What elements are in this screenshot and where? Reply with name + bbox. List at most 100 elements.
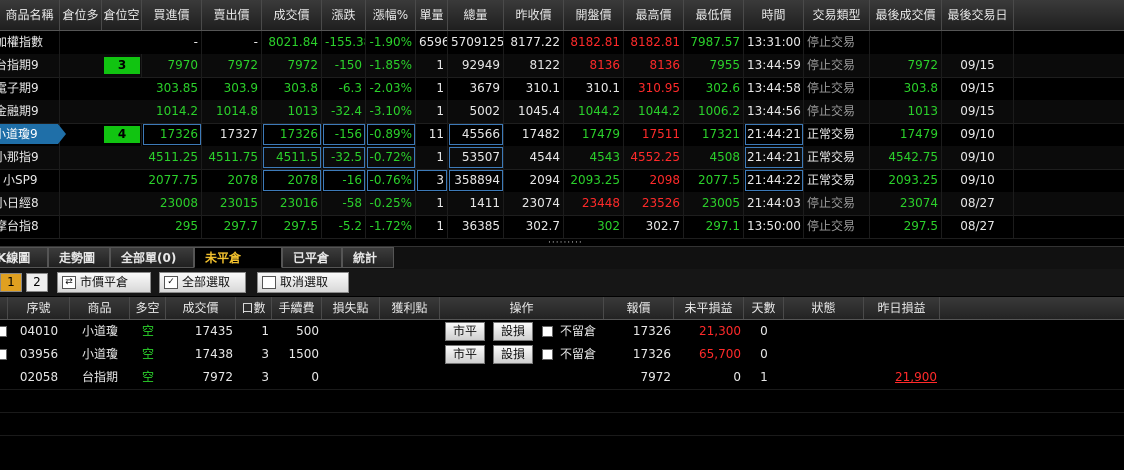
set-stoploss-button[interactable]: 設損 — [493, 322, 533, 341]
low: 297.1 — [684, 215, 744, 238]
col-ask[interactable]: 賣出價 — [202, 0, 262, 30]
quote-row-selected[interactable]: 小道瓊9 4 17326 17327 17326 -156 -0.89% 11 … — [0, 123, 1124, 147]
col-lastdate[interactable]: 最後交易日 — [942, 0, 1014, 30]
set-stoploss-button[interactable]: 設損 — [493, 345, 533, 364]
chg: -156 — [322, 123, 366, 146]
last: 303.8 — [262, 77, 322, 100]
tab-all-orders[interactable]: 全部單(0) — [110, 247, 194, 268]
prev: 310.1 — [504, 77, 564, 100]
positions-header: 序號 商品 多空 成交價 口數 手續費 損失點 獲利點 操作 報價 未平損益 天… — [0, 297, 1124, 320]
tab-stats[interactable]: 統計 — [342, 247, 394, 268]
page-1-button[interactable]: 1 — [0, 273, 22, 292]
ask: 7972 — [202, 54, 262, 77]
col-side[interactable]: 多空 — [130, 297, 166, 319]
prev: 2094 — [504, 169, 564, 192]
col-long[interactable]: 倉位多 — [60, 0, 102, 30]
name-cell[interactable]: 小道瓊9 — [0, 123, 66, 146]
col-stoploss[interactable]: 損失點 — [322, 297, 380, 319]
col-status[interactable]: 狀態 — [784, 297, 864, 319]
lastdeal: 297.5 — [870, 215, 942, 238]
tab-kline[interactable]: K線圖 — [0, 247, 48, 268]
col-prev[interactable]: 昨收價 — [504, 0, 564, 30]
col-pct[interactable]: 漲幅% — [366, 0, 416, 30]
position-row[interactable]: 04010 小道瓊 空 17435 1 500 市平 設損 不留倉 17326 … — [0, 320, 1124, 343]
type: 停止交易 — [804, 77, 870, 100]
no-overnight-checkbox[interactable] — [542, 326, 553, 337]
pct: -3.10% — [366, 100, 416, 123]
short-position-badge[interactable]: 4 — [104, 126, 140, 143]
low: 17321 — [684, 123, 744, 146]
quote-row[interactable]: 台指期9 3 7970 7972 7972 -150 -1.85% 1 9294… — [0, 54, 1124, 78]
page-2-button[interactable]: 2 — [26, 273, 48, 292]
row-checkbox[interactable] — [0, 349, 7, 360]
market-close-row-button[interactable]: 市平 — [445, 345, 485, 364]
row-checkbox-cell[interactable] — [0, 320, 8, 343]
quote-row[interactable]: 小SP9 2077.75 2078 2078 -16 -0.76% 3 3588… — [0, 169, 1124, 193]
quote-row[interactable]: 摩台指8 295 297.7 297.5 -5.2 -1.72% 1 36385… — [0, 215, 1124, 239]
last: 4511.5 — [262, 146, 322, 169]
tab-trend[interactable]: 走勢圖 — [48, 247, 110, 268]
type: 正常交易 — [804, 169, 870, 192]
total: 358894 — [448, 169, 504, 192]
col-short[interactable]: 倉位空 — [102, 0, 142, 30]
col-takeprofit[interactable]: 獲利點 — [380, 297, 440, 319]
col-product[interactable]: 商品 — [70, 297, 130, 319]
short-cell[interactable]: 4 — [102, 123, 142, 146]
position-row[interactable]: 02058 台指期 空 7972 3 0 7972 0 1 21,900 — [0, 366, 1124, 389]
select-all-button[interactable]: ✓ 全部選取 — [159, 272, 246, 293]
col-qty[interactable]: 口數 — [236, 297, 272, 319]
col-yesterday-pnl[interactable]: 昨日損益 — [864, 297, 940, 319]
quote-row[interactable]: 小日經8 23008 23015 23016 -58 -0.25% 1 1411… — [0, 192, 1124, 216]
tab-open-positions[interactable]: 未平倉(0,7) — [194, 247, 282, 286]
deselect-label: 取消選取 — [280, 275, 329, 289]
col-chg[interactable]: 漲跌 — [322, 0, 366, 30]
col-price[interactable]: 成交價 — [166, 297, 236, 319]
col-low[interactable]: 最低價 — [684, 0, 744, 30]
deselect-button[interactable]: 取消選取 — [257, 272, 349, 293]
position-row[interactable]: 03956 小道瓊 空 17438 3 1500 市平 設損 不留倉 17326… — [0, 343, 1124, 366]
col-lastdeal[interactable]: 最後成交價 — [870, 0, 942, 30]
quote-row[interactable]: 電子期9 303.85 303.9 303.8 -6.3 -2.03% 1 36… — [0, 77, 1124, 101]
col-seq[interactable]: 序號 — [8, 297, 70, 319]
col-operation[interactable]: 操作 — [440, 297, 604, 319]
quote-row[interactable]: 小那指9 4511.25 4511.75 4511.5 -32.5 -0.72%… — [0, 146, 1124, 170]
short-position-badge[interactable]: 3 — [104, 57, 140, 74]
col-high[interactable]: 最高價 — [624, 0, 684, 30]
total: 36385 — [448, 215, 504, 238]
bid: 303.85 — [142, 77, 202, 100]
market-close-button[interactable]: ⇄ 市價平倉 — [57, 272, 151, 293]
fee: 1500 — [288, 347, 319, 361]
quote-row[interactable]: 加權指數 - - 8021.84 -155.38 -1.90% 6596 570… — [0, 31, 1124, 55]
no-overnight-checkbox[interactable] — [542, 349, 553, 360]
col-pnl[interactable]: 未平損益 — [674, 297, 744, 319]
col-vol[interactable]: 單量 — [416, 0, 448, 30]
quote: 7972 — [640, 370, 671, 384]
yesterday-pnl[interactable]: 21,900 — [864, 366, 940, 389]
row-checkbox-cell[interactable] — [0, 343, 8, 366]
col-days[interactable]: 天數 — [744, 297, 784, 319]
row-name: 小日經8 — [0, 192, 60, 215]
col-name[interactable]: 商品名稱 — [0, 0, 60, 30]
market-close-row-button[interactable]: 市平 — [445, 322, 485, 341]
fee: 0 — [311, 370, 319, 384]
col-last[interactable]: 成交價 — [262, 0, 322, 30]
row-name: 小SP9 — [0, 169, 60, 192]
product: 小道瓊 — [81, 324, 118, 338]
short-cell[interactable]: 3 — [102, 54, 142, 77]
col-fee[interactable]: 手續費 — [272, 297, 322, 319]
quote-row[interactable]: 金融期9 1014.2 1014.8 1013 -32.4 -3.10% 1 5… — [0, 100, 1124, 124]
col-total[interactable]: 總量 — [448, 0, 504, 30]
tab-closed[interactable]: 已平倉 — [282, 247, 342, 268]
type: 停止交易 — [804, 31, 870, 54]
col-type[interactable]: 交易類型 — [804, 0, 870, 30]
col-time[interactable]: 時間 — [744, 0, 804, 30]
pct: -1.90% — [366, 31, 416, 54]
col-bid[interactable]: 買進價 — [142, 0, 202, 30]
col-quote[interactable]: 報價 — [604, 297, 674, 319]
side: 空 — [141, 347, 154, 361]
col-open[interactable]: 開盤價 — [564, 0, 624, 30]
lastdeal: 7972 — [870, 54, 942, 77]
row-checkbox[interactable] — [0, 326, 7, 337]
selected-product-name[interactable]: 小道瓊9 — [0, 124, 66, 144]
prev: 23074 — [504, 192, 564, 215]
